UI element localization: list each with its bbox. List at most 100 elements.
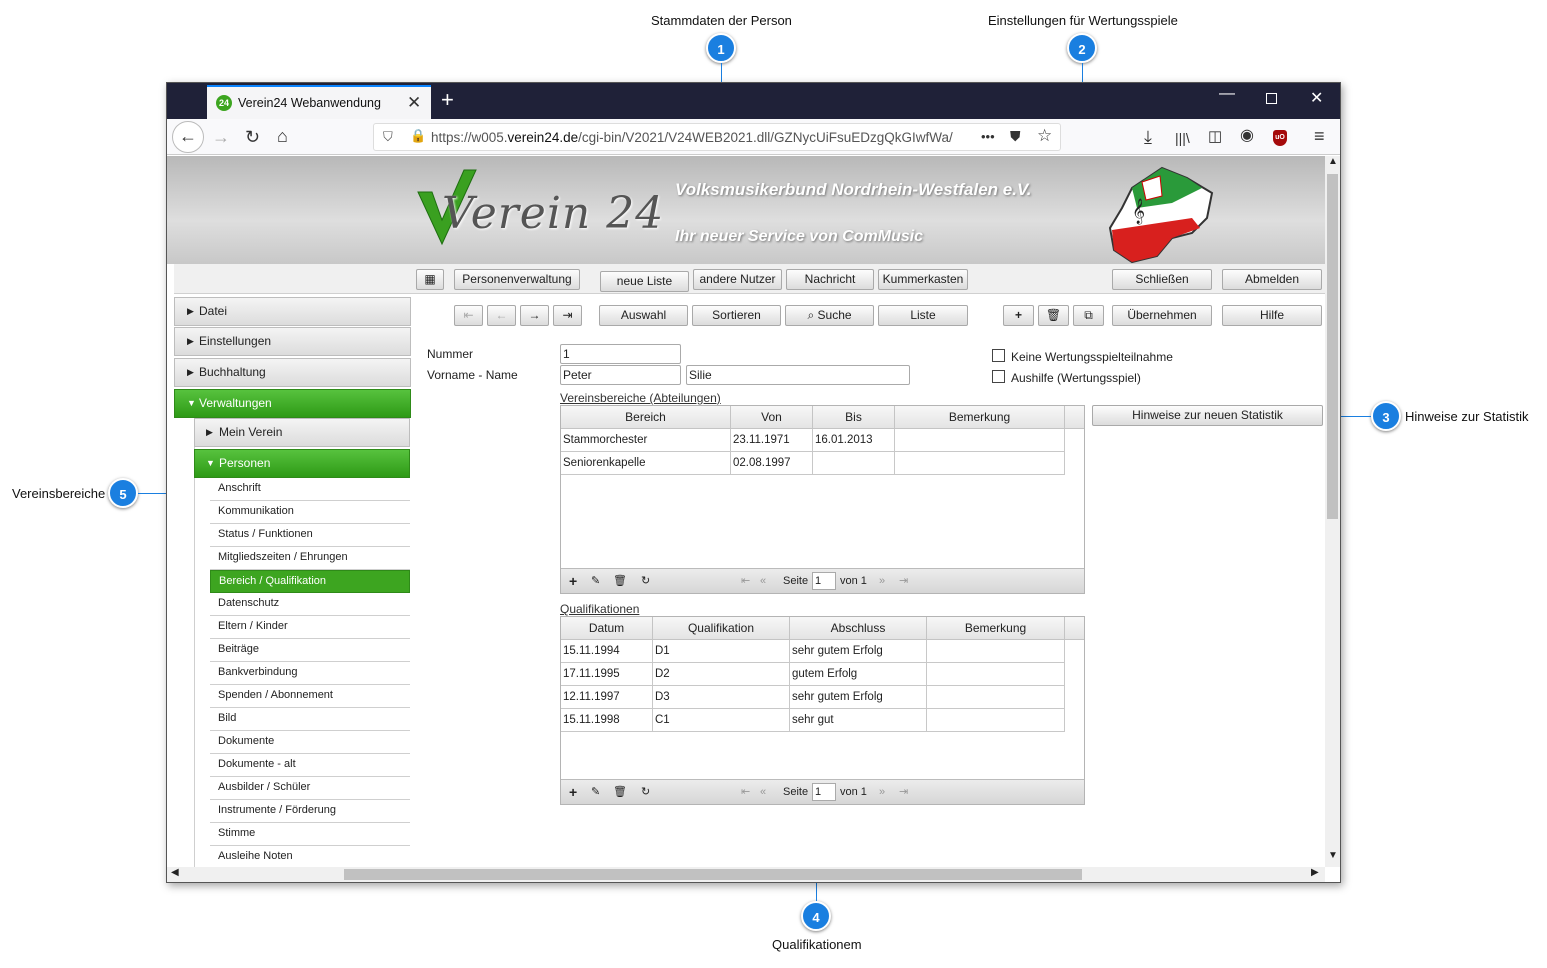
next-record-button[interactable]: → — [520, 305, 549, 326]
sortieren-button[interactable]: Sortieren — [692, 305, 781, 326]
menu-toggle-button[interactable]: ▦ — [416, 269, 444, 290]
table-cell[interactable]: 16.01.2013 — [813, 429, 895, 452]
andere-nutzer-button[interactable]: andere Nutzer — [693, 269, 782, 290]
sidebar-item-dokumente[interactable]: Dokumente — [210, 731, 410, 754]
table-cell[interactable] — [895, 429, 1065, 452]
suche-button[interactable]: ⌕ Suche — [785, 305, 874, 326]
scroll-down-icon[interactable]: ▼ — [1328, 850, 1338, 861]
nummer-input[interactable]: 1 — [560, 344, 681, 364]
table-cell[interactable] — [927, 709, 1065, 732]
pager-last-icon[interactable]: ⇥ — [899, 569, 908, 593]
lock-icon[interactable]: 🔒 — [410, 128, 426, 144]
table-cell[interactable]: 17.11.1995 — [561, 663, 653, 686]
table-cell[interactable]: sehr gutem Erfolg — [790, 686, 927, 709]
download-icon[interactable]: ⤓ — [1144, 128, 1152, 146]
pager-next-icon[interactable]: » — [879, 780, 885, 804]
sidebar-datei[interactable]: ▶ Datei — [174, 297, 411, 326]
scroll-right-icon[interactable]: ▶ — [1311, 867, 1319, 878]
sidebar-item-ausbilder-schüler[interactable]: Ausbilder / Schüler — [210, 777, 410, 800]
neue-liste-button[interactable]: neue Liste — [600, 271, 689, 292]
maximize-icon[interactable] — [1266, 93, 1277, 104]
menu-icon[interactable]: ≡ — [1314, 127, 1325, 145]
schliessen-button[interactable]: Schließen — [1112, 269, 1212, 290]
table-cell[interactable]: sehr gutem Erfolg — [790, 640, 927, 663]
sidebar-buchhaltung[interactable]: ▶ Buchhaltung — [174, 358, 411, 387]
column-header[interactable]: Abschluss — [790, 617, 927, 640]
add-row-icon[interactable]: + — [569, 569, 577, 593]
sidebar-item-datenschutz[interactable]: Datenschutz — [210, 593, 410, 616]
refresh-icon[interactable]: ↻ — [641, 569, 650, 593]
table-cell[interactable]: C1 — [653, 709, 790, 732]
sidebar-einstellungen[interactable]: ▶ Einstellungen — [174, 327, 411, 356]
sidebar-item-bereich-qualifikation[interactable]: Bereich / Qualifikation — [210, 570, 410, 593]
sidebar-item-spenden-abonnement[interactable]: Spenden / Abonnement — [210, 685, 410, 708]
pager-first-icon[interactable]: ⇤ — [741, 569, 750, 593]
uebernehmen-button[interactable]: Übernehmen — [1112, 305, 1212, 326]
prev-record-button[interactable]: ← — [487, 305, 516, 326]
sidebar-item-bild[interactable]: Bild — [210, 708, 410, 731]
window-close-icon[interactable]: ✕ — [1310, 88, 1323, 108]
scroll-up-icon[interactable]: ▲ — [1328, 156, 1338, 167]
ublock-icon[interactable]: uO — [1273, 130, 1287, 146]
table-cell[interactable]: 15.11.1998 — [561, 709, 653, 732]
sidebar-item-dokumente-alt[interactable]: Dokumente - alt — [210, 754, 410, 777]
nachricht-button[interactable]: Nachricht — [786, 269, 874, 290]
vertical-scrollbar[interactable]: ▲ ▼ — [1325, 156, 1340, 867]
sidebar-item-bankverbindung[interactable]: Bankverbindung — [210, 662, 410, 685]
sidebar-item-instrumente-förderung[interactable]: Instrumente / Förderung — [210, 800, 410, 823]
table-cell[interactable]: sehr gut — [790, 709, 927, 732]
back-button[interactable]: ← — [172, 121, 204, 153]
sidebar-item-beiträge[interactable]: Beiträge — [210, 639, 410, 662]
hinweise-statistik-button[interactable]: Hinweise zur neuen Statistik — [1092, 405, 1323, 426]
pager-prev-icon[interactable]: « — [760, 569, 766, 593]
browser-tab[interactable]: 24 Verein24 Webanwendung ✕ — [207, 85, 431, 119]
sidebar-verwaltungen[interactable]: ▼ Verwaltungen — [174, 389, 411, 418]
column-header[interactable]: Von — [731, 406, 813, 429]
table-cell[interactable] — [895, 452, 1065, 475]
reload-icon[interactable]: ↻ — [245, 128, 260, 146]
nachname-input[interactable]: Silie — [686, 365, 910, 385]
table-cell[interactable]: D1 — [653, 640, 790, 663]
horizontal-scroll-thumb[interactable] — [344, 869, 1082, 880]
last-record-button[interactable]: ⇥ — [553, 305, 582, 326]
sidebar-item-kommunikation[interactable]: Kommunikation — [210, 501, 410, 524]
page-actions-icon[interactable]: ••• — [981, 129, 995, 144]
sidebar-icon[interactable]: ◫ — [1208, 128, 1222, 146]
column-header[interactable]: Bemerkung — [927, 617, 1065, 640]
sidebar-item-status-funktionen[interactable]: Status / Funktionen — [210, 524, 410, 547]
vertical-scroll-thumb[interactable] — [1327, 174, 1338, 519]
table-cell[interactable]: D2 — [653, 663, 790, 686]
table-cell[interactable]: 12.11.1997 — [561, 686, 653, 709]
library-icon[interactable]: |||\ — [1175, 129, 1190, 147]
column-header[interactable]: Bis — [813, 406, 895, 429]
sidebar-item-mitgliedszeiten-ehrungen[interactable]: Mitgliedszeiten / Ehrungen — [210, 547, 410, 570]
table-cell[interactable] — [813, 452, 895, 475]
add-row-icon[interactable]: + — [569, 780, 577, 804]
shield-icon[interactable]: ⛉ — [383, 129, 393, 145]
pager-last-icon[interactable]: ⇥ — [899, 780, 908, 804]
personenverwaltung-button[interactable]: Personenverwaltung — [454, 269, 580, 290]
aushilfe-checkbox[interactable] — [992, 370, 1005, 383]
table-cell[interactable]: 23.11.1971 — [731, 429, 813, 452]
refresh-icon[interactable]: ↻ — [641, 780, 650, 804]
first-record-button[interactable]: ⇤ — [454, 305, 483, 326]
table-cell[interactable]: 02.08.1997 — [731, 452, 813, 475]
table-cell[interactable] — [927, 663, 1065, 686]
horizontal-scrollbar[interactable]: ◀ ▶ — [167, 867, 1325, 882]
copy-record-button[interactable]: ⧉ — [1073, 305, 1104, 326]
edit-row-icon[interactable]: ✎ — [591, 780, 600, 804]
scroll-left-icon[interactable]: ◀ — [171, 867, 179, 878]
table-cell[interactable] — [927, 640, 1065, 663]
pager-next-icon[interactable]: » — [879, 569, 885, 593]
auswahl-button[interactable]: Auswahl — [599, 305, 688, 326]
abmelden-button[interactable]: Abmelden — [1222, 269, 1322, 290]
kummerkasten-button[interactable]: Kummerkasten — [878, 269, 968, 290]
sidebar-item-stimme[interactable]: Stimme — [210, 823, 410, 846]
column-header[interactable]: Qualifikation — [653, 617, 790, 640]
column-header[interactable]: Datum — [561, 617, 653, 640]
delete-record-button[interactable]: 🗑 — [1038, 305, 1069, 326]
edit-row-icon[interactable]: ✎ — [591, 569, 600, 593]
add-record-button[interactable]: + — [1003, 305, 1034, 326]
column-header[interactable]: Bemerkung — [895, 406, 1065, 429]
pager-prev-icon[interactable]: « — [760, 780, 766, 804]
